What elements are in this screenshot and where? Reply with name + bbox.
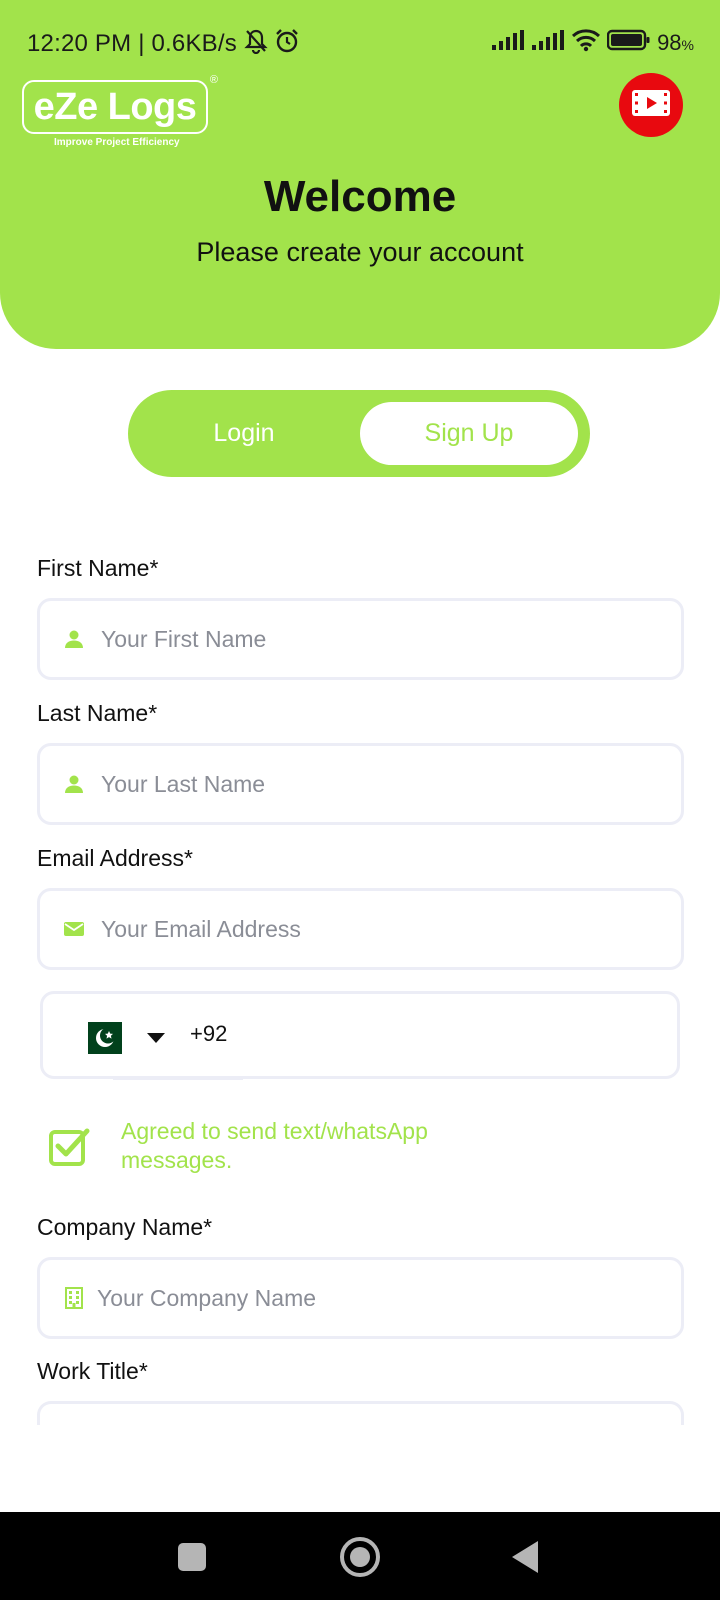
building-icon [63, 1287, 85, 1309]
pakistan-flag-icon[interactable] [76, 1022, 122, 1059]
page-subtitle: Please create your account [196, 237, 524, 267]
battery-icon [606, 29, 651, 56]
app-logo: eZe Logs ® [22, 74, 218, 134]
first-name-label: First Name* [37, 555, 159, 581]
bell-off-icon [244, 28, 268, 59]
agree-checkbox-row[interactable]: Agreed to send text/whatsApp messages. [48, 1117, 481, 1175]
email-label: Email Address* [37, 845, 193, 871]
logo-tagline: Improve Project Efficiency [54, 137, 180, 148]
wifi-icon [571, 28, 601, 57]
mail-icon [63, 918, 85, 940]
tab-login[interactable]: Login [128, 390, 360, 477]
phone-divider [113, 1078, 243, 1080]
status-time: 12:20 PM | 0.6KB/s [27, 30, 237, 57]
person-icon [63, 773, 85, 795]
home-icon[interactable] [340, 1537, 380, 1577]
back-icon[interactable] [512, 1541, 538, 1573]
company-name-input[interactable] [97, 1284, 657, 1312]
company-name-label: Company Name* [37, 1214, 213, 1240]
auth-tab-switch: Login Sign Up [128, 390, 590, 477]
alarm-icon [274, 28, 300, 59]
email-field[interactable] [37, 888, 684, 970]
last-name-field[interactable] [37, 743, 684, 825]
last-name-label: Last Name* [37, 700, 158, 726]
phone-country-code[interactable]: +92 [190, 1021, 227, 1047]
logo-registered-mark: ® [209, 74, 218, 86]
person-icon [63, 628, 85, 650]
recents-icon[interactable] [178, 1543, 206, 1571]
logo-text: eZe Logs [33, 86, 197, 128]
page-title: Welcome [263, 172, 457, 221]
first-name-field[interactable] [37, 598, 684, 680]
email-input[interactable] [101, 915, 661, 943]
work-title-label: Work Title* [37, 1358, 148, 1384]
phone-field[interactable]: +92 [40, 991, 680, 1080]
signal-icon [491, 29, 525, 56]
checkbox-checked-icon[interactable] [48, 1126, 90, 1168]
battery-level: 98% [657, 29, 694, 55]
company-name-field[interactable] [37, 1257, 684, 1339]
country-dropdown-icon[interactable] [146, 1031, 166, 1049]
signal-icon [531, 29, 565, 56]
work-title-field[interactable] [37, 1401, 684, 1425]
tab-signup[interactable]: Sign Up [360, 402, 578, 465]
last-name-input[interactable] [101, 770, 661, 798]
video-tutorial-icon [631, 87, 671, 124]
video-tutorial-button[interactable] [619, 73, 683, 137]
status-bar: 12:20 PM | 0.6KB/s 98% [0, 0, 720, 80]
agree-label: Agreed to send text/whatsApp messages. [121, 1118, 428, 1173]
system-nav-bar [0, 1512, 720, 1600]
first-name-input[interactable] [101, 625, 661, 653]
